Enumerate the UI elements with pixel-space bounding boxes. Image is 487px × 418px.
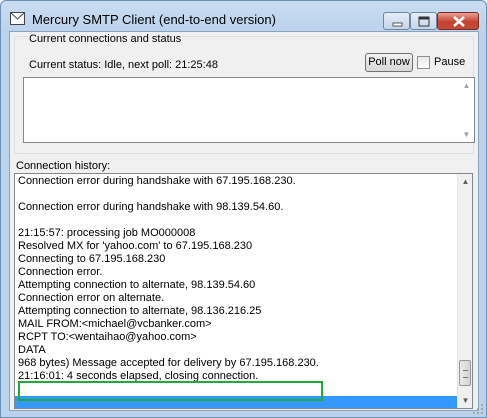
poll-now-button[interactable]: Poll now [365, 53, 413, 72]
history-line[interactable]: Resolved MX for 'yahoo.com' to 67.195.16… [15, 240, 458, 253]
status-group: Current connections and status Current s… [14, 33, 475, 154]
history-line[interactable]: MAIL FROM:<michael@vcbanker.com> [15, 318, 458, 331]
pause-checkbox[interactable] [417, 56, 430, 69]
scrollbar-thumb[interactable] [459, 360, 471, 386]
history-line[interactable] [15, 188, 458, 201]
history-line[interactable]: DATA [15, 344, 458, 357]
minimize-icon [392, 22, 403, 27]
envelope-icon [10, 12, 25, 25]
client-area: Current connections and status Current s… [9, 31, 479, 411]
connections-scrollbar[interactable]: ▲ ▼ [459, 78, 474, 142]
maximize-icon [418, 16, 430, 27]
scroll-down-icon[interactable]: ▼ [459, 127, 474, 142]
minimize-button[interactable] [383, 12, 410, 30]
history-line[interactable]: RCPT TO:<wentaihao@yahoo.com> [15, 331, 458, 344]
history-line[interactable]: Connecting to 67.195.168.230 [15, 253, 458, 266]
title-bar[interactable]: Mercury SMTP Client (end-to-end version) [1, 1, 486, 35]
history-scrollbar[interactable]: ▲ ▼ [457, 174, 472, 408]
scroll-down-icon[interactable]: ▼ [458, 393, 472, 408]
scroll-up-icon[interactable]: ▲ [458, 174, 472, 189]
history-line[interactable]: Attempting connection to alternate, 98.1… [15, 279, 458, 292]
current-status-text: Current status: Idle, next poll: 21:25:4… [29, 59, 218, 71]
history-line[interactable]: Connection error. [15, 266, 458, 279]
window-title: Mercury SMTP Client (end-to-end version) [32, 12, 276, 27]
history-line[interactable]: Connection error on alternate. [15, 292, 458, 305]
connection-history-label: Connection history: [16, 160, 111, 172]
resize-grip-icon[interactable] [472, 403, 484, 415]
pause-label[interactable]: Pause [434, 56, 465, 68]
history-line[interactable]: 21:15:57: processing job MO000008 [15, 227, 458, 240]
history-line[interactable]: 968 bytes) Message accepted for delivery… [15, 357, 458, 370]
status-group-legend: Current connections and status [27, 33, 184, 45]
history-line[interactable]: Connection error during handshake with 9… [15, 201, 458, 214]
maximize-button[interactable] [410, 12, 437, 30]
close-icon [453, 16, 465, 27]
history-line[interactable] [15, 214, 458, 227]
history-line[interactable]: Connection error during handshake with 6… [15, 175, 458, 188]
current-connections-list[interactable]: ▲ ▼ [23, 77, 475, 143]
connection-history-list[interactable]: Connection error during handshake with 6… [14, 173, 473, 409]
app-window: Mercury SMTP Client (end-to-end version)… [0, 0, 487, 418]
history-line[interactable]: Attempting connection to alternate, 98.1… [15, 305, 458, 318]
close-button[interactable] [437, 12, 479, 30]
scroll-up-icon[interactable]: ▲ [459, 78, 474, 93]
highlight-box [18, 381, 323, 401]
history-log: Connection error during handshake with 6… [15, 175, 458, 408]
